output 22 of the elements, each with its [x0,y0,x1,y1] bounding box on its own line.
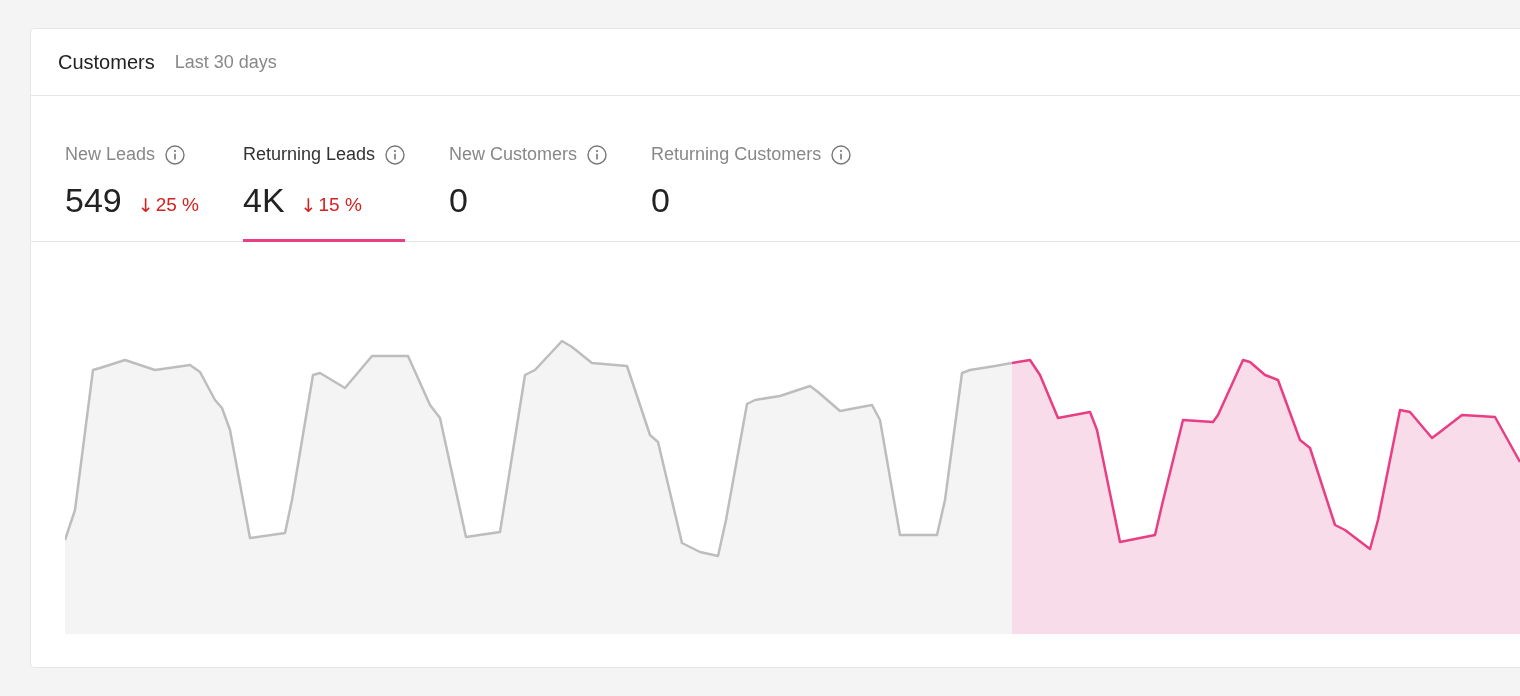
metric-tab[interactable]: New Leads 549 ↓25 % [65,96,199,242]
metric-tab[interactable]: Returning Customers 0 [651,96,852,242]
metric-label: Returning Customers [651,144,822,165]
down-arrow-icon: ↓ [300,194,317,216]
metric-tab[interactable]: Returning Leads 4K ↓15 % [242,96,406,242]
down-arrow-icon: ↓ [137,194,154,216]
change-percent: 15 % [318,194,362,216]
metric-tab[interactable]: New Customers 0 [449,96,608,242]
info-icon[interactable] [165,144,186,165]
metric-label: New Leads [65,144,156,165]
metric-value: 4K [242,181,285,220]
metric-label: Returning Leads [242,144,376,165]
metric-label: New Customers [449,144,578,165]
info-icon[interactable] [587,144,608,165]
metric-value: 0 [651,181,670,220]
date-range-label: Last 30 days [174,51,277,73]
change-percent: 25 % [155,194,199,216]
info-icon[interactable] [385,144,406,165]
metric-value: 0 [449,181,468,220]
info-icon[interactable] [831,144,852,165]
card-title: Customers [58,50,155,74]
metric-value: 549 [65,181,122,220]
